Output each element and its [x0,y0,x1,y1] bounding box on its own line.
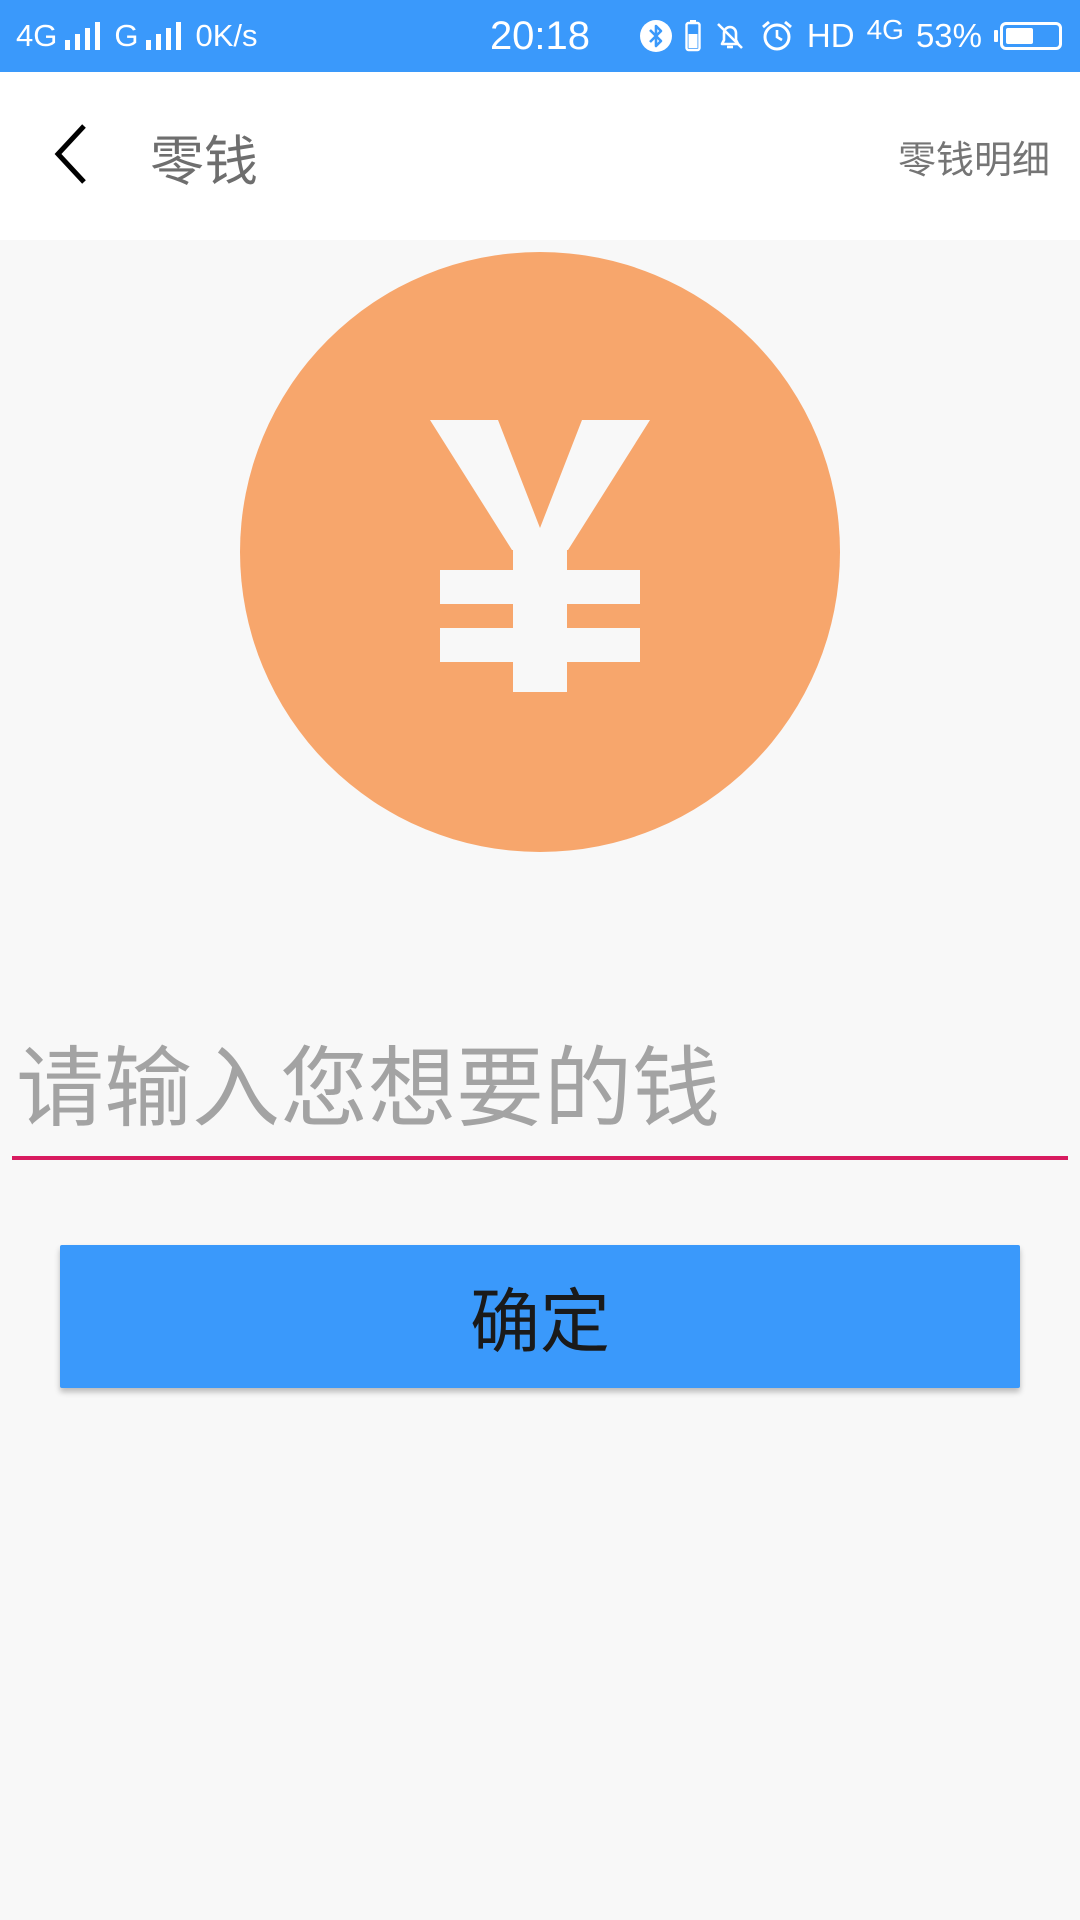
chevron-left-icon [52,122,92,190]
battery-small-icon [685,20,701,52]
status-bar: 4G G 0K/s 20:18 HD 4G 53% [0,0,1080,72]
confirm-button[interactable]: 确定 [60,1245,1020,1388]
back-button[interactable] [36,120,108,192]
coin-badge [240,252,840,852]
amount-input[interactable] [12,1030,1068,1160]
change-detail-link[interactable]: 零钱明细 [898,72,1050,240]
app-bar: 零钱 零钱明细 [0,72,1080,240]
hd-label: HD [806,17,855,54]
alarm-icon [759,19,795,53]
mute-icon [713,19,747,53]
network-label-4g-secondary: 4G [866,14,904,45]
bluetooth-icon [639,19,673,53]
yen-icon [420,400,660,704]
battery-fill [1006,28,1033,44]
status-time: 20:18 [489,13,591,58]
battery-icon [994,22,1062,50]
page-title: 零钱 [150,129,258,193]
battery-percent: 53% [915,17,982,54]
status-right: HD 4G 53% [639,0,1062,72]
screen: 4G G 0K/s 20:18 HD 4G 53% 零钱 零钱明细 请输入您想要… [0,0,1080,1920]
